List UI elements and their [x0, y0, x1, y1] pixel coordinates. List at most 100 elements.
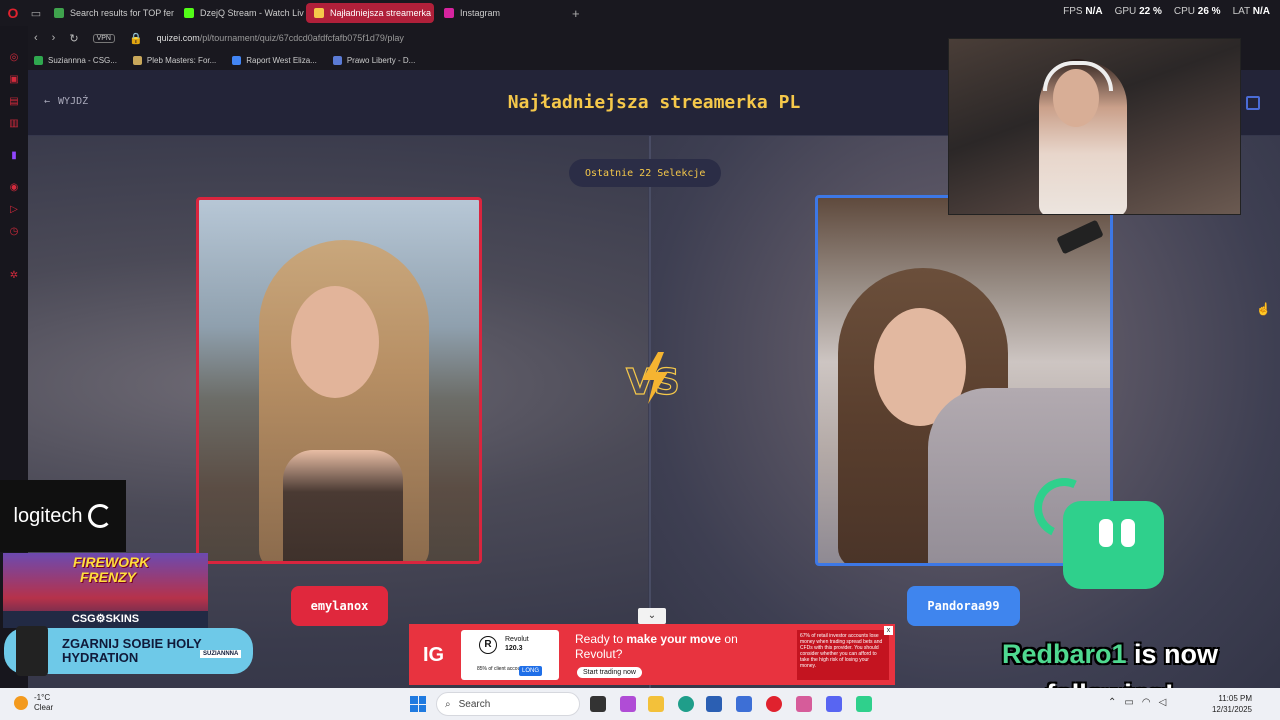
opera-logo-icon[interactable]: O: [0, 0, 26, 26]
ad-brand-tag: IG: [423, 644, 445, 666]
tab-quiz-active[interactable]: Najładniejsza streamerka: [306, 3, 434, 23]
tab-dzejq-stream[interactable]: DzejQ Stream - Watch Live: [176, 3, 304, 23]
ad-long-button: LONG: [519, 666, 543, 676]
file-explorer-icon[interactable]: [648, 696, 664, 712]
ad-disclaimer: 67% of retail investor accounts lose mon…: [797, 630, 889, 680]
tab-search-results[interactable]: Search results for TOP fem: [46, 3, 174, 23]
bag-icon[interactable]: ▣: [8, 74, 20, 86]
bookmark-pleb-masters[interactable]: Pleb Masters: For...: [132, 55, 216, 65]
tab-instagram[interactable]: Instagram: [436, 3, 564, 23]
follow-alert-icon: [1063, 501, 1164, 589]
search-label: Search: [458, 698, 491, 710]
settings-icon[interactable]: ✲: [8, 270, 20, 282]
vpn-badge[interactable]: VPN: [92, 33, 115, 43]
weather-desc: Clear: [34, 703, 54, 712]
windows-taskbar: -1°C Clear ⌕ Search ⌃ ▭ ◠ ◁ 11:05 PM 12/3…: [0, 688, 1280, 720]
streamlabs-icon[interactable]: [856, 696, 872, 712]
bookmark-raport[interactable]: Raport West Eliza...: [232, 55, 317, 65]
edge-icon[interactable]: [678, 696, 694, 712]
logitech-logo: logitech: [0, 480, 126, 552]
tab-label: Instagram: [460, 8, 501, 18]
clock-date: 12/31/2025: [1211, 705, 1252, 714]
bookmark-favicon-icon: [34, 55, 43, 65]
follow-username: Redbaro1: [1001, 639, 1127, 669]
fps-readout: FPS N/A: [1063, 6, 1103, 17]
tab-label: DzejQ Stream - Watch Live: [200, 8, 304, 18]
reload-icon[interactable]: ↻: [69, 32, 78, 45]
task-view-icon[interactable]: [590, 696, 606, 712]
close-icon[interactable]: x: [884, 626, 893, 635]
shaker-bottle-icon: [16, 626, 48, 676]
discord-icon[interactable]: [826, 696, 842, 712]
search-icon: ⌕: [445, 698, 451, 710]
network-icon[interactable]: ▭: [1124, 697, 1133, 708]
tab-favicon-icon: [54, 8, 64, 18]
copilot-icon[interactable]: [620, 696, 636, 712]
instagram-favicon-icon: [444, 8, 454, 18]
history-icon[interactable]: ◷: [8, 226, 20, 238]
ad-product-card: R Revolut 120.3 85% of client accounts ar…: [461, 630, 559, 680]
vote-left-button[interactable]: emylanox: [291, 586, 388, 626]
center-divider: [649, 136, 651, 688]
chevron-down-icon[interactable]: ⌄: [638, 608, 666, 624]
ceiling-light-icon: [1056, 219, 1104, 255]
opera-gx-icon[interactable]: [766, 696, 782, 712]
play-icon[interactable]: ▷: [8, 204, 20, 216]
game-title: FIREWORK FRENZY: [73, 554, 150, 585]
vote-right-button[interactable]: Pandoraa99: [907, 586, 1020, 626]
webcam-overlay: [948, 38, 1241, 215]
tab-islands-icon[interactable]: ▭: [26, 7, 46, 20]
player-icon[interactable]: ◉: [8, 182, 20, 194]
clock-time: 11:05 PM: [1218, 694, 1252, 703]
snipping-tool-icon[interactable]: [796, 696, 812, 712]
vs-lightning-icon: VS: [625, 352, 680, 404]
document-icon: [332, 55, 342, 65]
system-clock[interactable]: 11:05 PM 12/31/2025: [1206, 693, 1252, 715]
ad-ticker: Revolut 120.3: [505, 636, 529, 652]
bookmark-suziannna[interactable]: Suziannna - CSG...: [34, 55, 117, 65]
windows-start-icon[interactable]: [410, 696, 426, 712]
ad-banner[interactable]: IG R Revolut 120.3 85% of client accounts…: [409, 624, 895, 685]
outlook-icon[interactable]: [736, 696, 752, 712]
quiz-favicon-icon: [314, 8, 324, 18]
lat-readout: LAT N/A: [1232, 6, 1270, 17]
hand-cursor-icon: ☝: [1256, 302, 1271, 316]
logitech-g-icon: [88, 504, 113, 528]
back-icon[interactable]: ‹: [34, 32, 38, 44]
volume-icon[interactable]: ◁: [1159, 697, 1167, 708]
ad-headline: Ready to make your move on Revolut?: [575, 632, 738, 661]
weather-temp: -1°C: [34, 693, 51, 702]
cpu-readout: CPU 26 %: [1173, 6, 1221, 17]
left-candidate-card[interactable]: [196, 197, 482, 564]
revolut-logo-icon: R: [479, 636, 497, 654]
twitch-icon[interactable]: ▮: [8, 150, 20, 162]
chevron-up-icon[interactable]: ⌃: [1108, 697, 1116, 708]
lock-icon: 🔒: [128, 32, 143, 45]
new-tab-button[interactable]: +: [572, 6, 580, 21]
url-field[interactable]: quizei.com/pl/tournament/quiz/67cdcd0afd…: [157, 33, 404, 43]
drive-icon: [232, 55, 242, 65]
candidate-face: [291, 286, 379, 398]
logitech-label: logitech: [13, 504, 83, 527]
candidate-top: [283, 450, 403, 561]
bookmark-prawo-liberty[interactable]: Prawo Liberty - D...: [332, 55, 415, 65]
gpu-readout: GPU 22 %: [1114, 6, 1162, 17]
holy-hydration-promo: ZGARNIJ SOBIE HOLY HYDRATION SUZIANNNA: [4, 626, 253, 676]
mail-icon[interactable]: ▥: [8, 118, 20, 130]
tab-label: Search results for TOP fem: [70, 8, 174, 18]
performance-readout: FPS N/A GPU 22 % CPU 26 % LAT N/A: [1063, 6, 1270, 17]
wifi-icon[interactable]: ◠: [1142, 697, 1151, 708]
store-icon[interactable]: [706, 696, 722, 712]
messenger-icon[interactable]: ▤: [8, 96, 20, 108]
weather-widget[interactable]: -1°C Clear: [14, 693, 53, 713]
kick-favicon-icon: [184, 8, 194, 18]
selections-badge: Ostatnie 22 Selekcje: [569, 159, 722, 187]
screen: O ▭ Search results for TOP fem DzejQ Str…: [0, 0, 1280, 720]
tab-label: Najładniejsza streamerka: [330, 8, 432, 18]
ad-cta-button[interactable]: Start trading now: [577, 667, 642, 678]
forward-icon[interactable]: ›: [52, 32, 56, 44]
taskbar-search[interactable]: ⌕ Search: [436, 692, 580, 716]
aria-icon[interactable]: ◎: [8, 52, 20, 64]
browser-tab-bar: O ▭ Search results for TOP fem DzejQ Str…: [0, 0, 1280, 26]
fullscreen-icon[interactable]: [1246, 96, 1260, 110]
